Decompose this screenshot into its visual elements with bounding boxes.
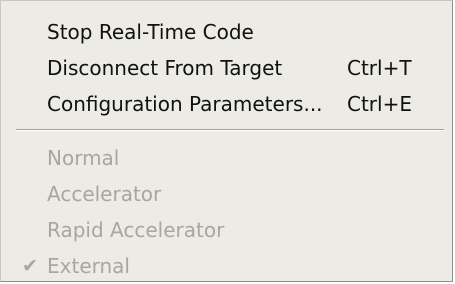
menu-item-external: ✔ External (1, 249, 452, 283)
checkmark-icon: ✔ (22, 255, 38, 277)
menu-item-label: Stop Real-Time Code (47, 20, 254, 44)
menu-item-label: External (47, 254, 130, 278)
menu-item-stop-real-time-code[interactable]: Stop Real-Time Code (1, 15, 452, 49)
menu-item-shortcut: Ctrl+E (347, 92, 412, 116)
menu-item-label: Accelerator (47, 182, 162, 206)
menu-item-accelerator: Accelerator (1, 177, 452, 211)
menu-item-label: Disconnect From Target (47, 56, 283, 80)
menu-separator (16, 129, 444, 131)
menu-item-configuration-parameters[interactable]: Configuration Parameters... Ctrl+E (1, 87, 452, 121)
menu-item-label: Normal (47, 146, 120, 170)
menu-item-rapid-accelerator: Rapid Accelerator (1, 213, 452, 247)
menu-item-normal: Normal (1, 141, 452, 175)
menu-item-label: Rapid Accelerator (47, 218, 225, 242)
context-menu: Stop Real-Time Code Disconnect From Targ… (0, 0, 453, 282)
menu-item-shortcut: Ctrl+T (347, 56, 412, 80)
menu-item-label: Configuration Parameters... (47, 92, 323, 116)
menu-item-disconnect-from-target[interactable]: Disconnect From Target Ctrl+T (1, 51, 452, 85)
